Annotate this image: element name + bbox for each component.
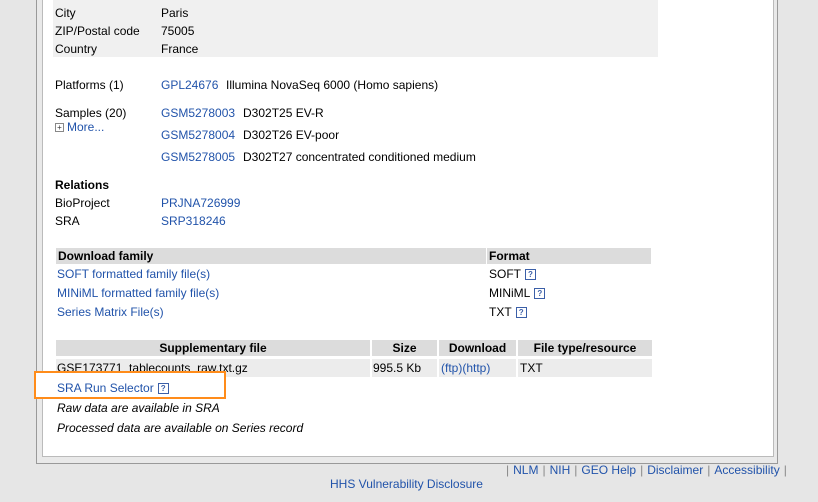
sample-desc: D302T26 EV-poor <box>243 128 340 142</box>
supp-type-cell: TXT <box>518 359 652 377</box>
ftp-link[interactable]: (ftp) <box>441 361 462 375</box>
samples-label: Samples (20) <box>55 106 127 120</box>
zip-label: ZIP/Postal code <box>55 24 140 38</box>
relation-key-bioproject: BioProject <box>55 196 110 210</box>
soft-family-link[interactable]: SOFT formatted family file(s) <box>57 267 210 281</box>
plus-icon: + <box>55 123 64 132</box>
file-type-header: File type/resource <box>518 340 652 356</box>
size-header: Size <box>372 340 437 356</box>
supp-size-cell: 995.5 Kb <box>372 359 437 377</box>
download-family-header: Download family <box>56 248 486 264</box>
miniml-family-link[interactable]: MINiML formatted family file(s) <box>57 286 219 300</box>
footer-link-nlm[interactable]: NLM <box>513 463 538 477</box>
zip-value: 75005 <box>161 24 195 38</box>
footer-link-nih[interactable]: NIH <box>550 463 571 477</box>
sra-link[interactable]: SRP318246 <box>161 214 226 228</box>
samples-more-link[interactable]: More... <box>67 120 104 134</box>
bioproject-link[interactable]: PRJNA726999 <box>161 196 240 210</box>
format-miniml: MINiML? <box>489 286 546 300</box>
platform-desc: Illumina NovaSeq 6000 (Homo sapiens) <box>226 78 439 92</box>
help-icon[interactable]: ? <box>157 383 169 394</box>
help-icon[interactable]: ? <box>525 269 536 280</box>
processed-data-note: Processed data are available on Series r… <box>57 421 304 435</box>
supp-file-size: 995.5 Kb <box>373 361 422 375</box>
help-icon[interactable]: ? <box>534 288 546 299</box>
sra-run-selector-link[interactable]: SRA Run Selector <box>57 381 154 395</box>
contact-block <box>53 0 658 57</box>
sample-link[interactable]: GSM5278004 <box>161 128 235 142</box>
http-link[interactable]: (http) <box>462 361 490 375</box>
footer-link-hhs[interactable]: HHS Vulnerability Disclosure <box>330 477 483 491</box>
sample-desc: D302T25 EV-R <box>243 106 324 120</box>
country-label: Country <box>55 42 98 56</box>
platforms-label: Platforms (1) <box>55 78 124 92</box>
sample-desc: D302T27 concentrated conditioned medium <box>243 150 476 164</box>
platform-link[interactable]: GPL24676 <box>161 78 218 92</box>
help-icon[interactable]: ? <box>515 307 527 318</box>
supp-file-type: TXT <box>520 361 543 375</box>
relations-heading: Relations <box>55 178 110 192</box>
footer-link-disclaimer[interactable]: Disclaimer <box>647 463 703 477</box>
samples-more-toggle[interactable]: + More... <box>55 120 104 134</box>
footer-link-accessibility[interactable]: Accessibility <box>714 463 779 477</box>
sra-run-selector[interactable]: SRA Run Selector? <box>57 381 169 395</box>
sample-link[interactable]: GSM5278005 <box>161 150 235 164</box>
sample-link[interactable]: GSM5278003 <box>161 106 235 120</box>
raw-data-note: Raw data are available in SRA <box>57 401 220 415</box>
supp-file-header: Supplementary file <box>56 340 370 356</box>
format-txt: TXT? <box>489 305 527 319</box>
city-label: City <box>55 6 76 20</box>
country-value: France <box>161 42 199 56</box>
supp-download-cell: (ftp)(http) <box>439 359 516 377</box>
footer-links: | NLM | NIH | GEO Help | Disclaimer | Accessibili… <box>506 463 787 477</box>
download-header: Download <box>439 340 516 356</box>
format-header: Format <box>487 248 651 264</box>
series-matrix-link[interactable]: Series Matrix File(s) <box>57 305 164 319</box>
city-value: Paris <box>161 6 189 20</box>
relation-key-sra: SRA <box>55 214 80 228</box>
format-soft: SOFT? <box>489 267 536 281</box>
footer-link-geo-help[interactable]: GEO Help <box>581 463 636 477</box>
